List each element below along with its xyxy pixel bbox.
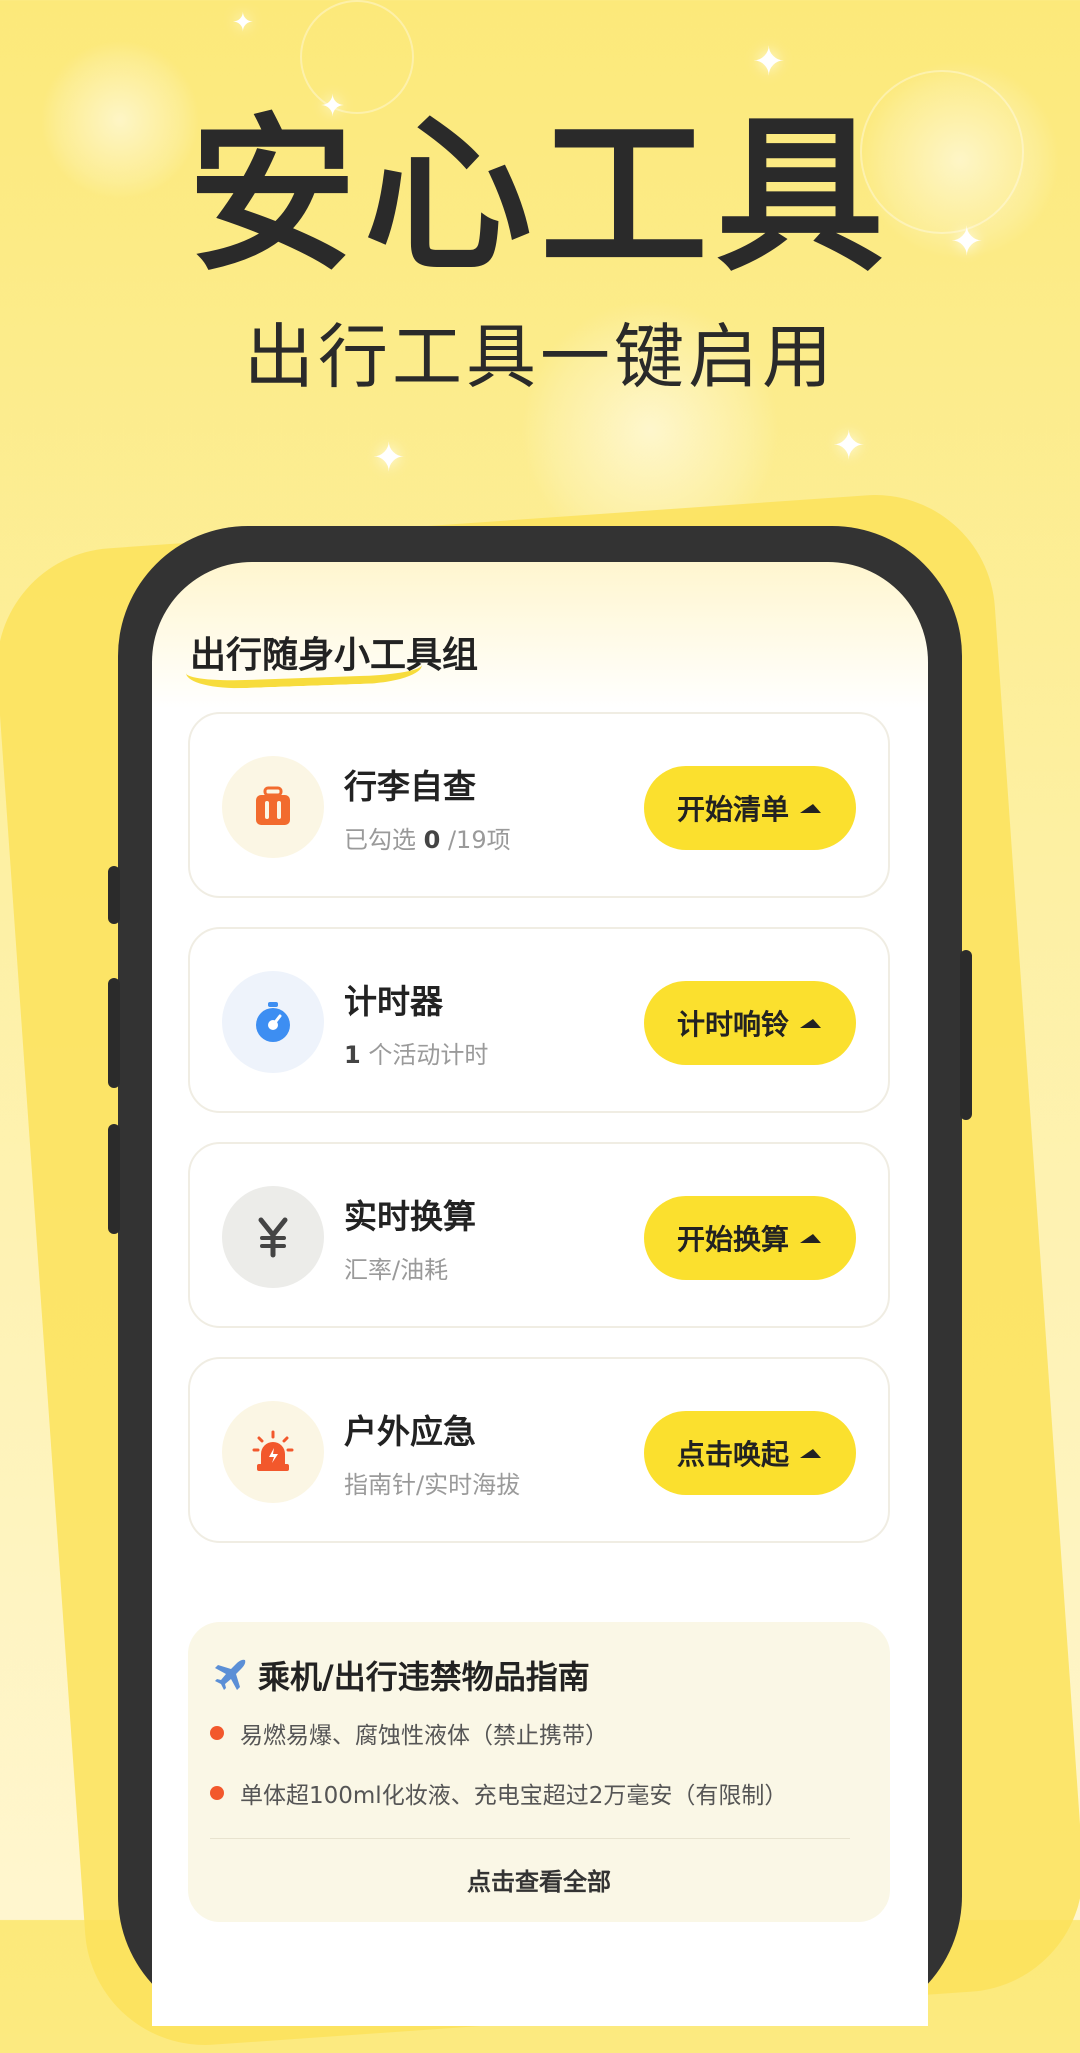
luggage-icon (256, 786, 290, 825)
active-timer-count: 1 (344, 1041, 361, 1069)
arrow-right-icon (800, 1449, 821, 1458)
tool-icon-bg (222, 756, 324, 858)
bullet-dot (210, 1726, 224, 1740)
guide-item: 易燃易爆、腐蚀性液体（禁止携带） (210, 1716, 608, 1750)
tool-icon-bg (222, 1401, 324, 1503)
phone-volume-button (108, 1124, 120, 1234)
tool-desc: 汇率/油耗 (344, 1256, 449, 1284)
arrow-right-icon (800, 804, 821, 813)
hero-subtitle: 出行工具一键启用 (244, 316, 836, 398)
tool-card-emergency[interactable]: 户外应急 指南针/实时海拔 点击唤起 (188, 1357, 890, 1543)
sparkle-icon: ✦ (232, 8, 254, 38)
tool-name: 行李自查 (344, 767, 476, 806)
timer-alarm-button[interactable]: 计时响铃 (644, 981, 856, 1065)
divider (210, 1838, 850, 1839)
tool-desc: 指南针/实时海拔 (344, 1471, 521, 1499)
hero-title: 安心工具 (188, 98, 892, 294)
airplane-icon (215, 1659, 246, 1690)
tool-icon-bg (222, 971, 324, 1073)
alarm-light-icon (252, 1430, 294, 1471)
tool-card-converter[interactable]: 实时换算 汇率/油耗 开始换算 (188, 1142, 890, 1328)
sparkle-icon: ✦ (372, 435, 406, 481)
sparkle-icon: ✦ (832, 423, 866, 469)
sparkle-icon: ✦ (752, 39, 786, 85)
tool-name: 计时器 (344, 982, 443, 1021)
arrow-right-icon (800, 1234, 821, 1243)
tool-icon-bg (222, 1186, 324, 1288)
bullet-dot (210, 1786, 224, 1800)
arrow-right-icon (800, 1019, 821, 1028)
tool-card-luggage[interactable]: 行李自查 已勾选 0 /19项 开始清单 (188, 712, 890, 898)
start-checklist-button[interactable]: 开始清单 (644, 766, 856, 850)
tool-name: 户外应急 (344, 1412, 476, 1451)
tool-card-timer[interactable]: 计时器 1 个活动计时 计时响铃 (188, 927, 890, 1113)
launch-emergency-button[interactable]: 点击唤起 (644, 1411, 856, 1495)
bokeh-ring (300, 0, 414, 114)
prohibited-items-guide: 乘机/出行违禁物品指南 易燃易爆、腐蚀性液体（禁止携带） 单体超100ml化妆液… (188, 1622, 890, 1922)
tool-desc: 1 个活动计时 (344, 1041, 489, 1069)
yen-icon (258, 1217, 288, 1258)
guide-title: 乘机/出行违禁物品指南 (212, 1652, 590, 1698)
view-all-link[interactable]: 点击查看全部 (188, 1862, 890, 1897)
screen-title: 出行随身小工具组 (190, 635, 479, 676)
stopwatch-icon (256, 1002, 290, 1042)
phone-volume-button (108, 866, 120, 924)
phone-mockup: 出行随身小工具组 行李自查 已勾选 0 /19项 开始清单 计时器 1 个活动计… (108, 526, 972, 2026)
tool-desc: 已勾选 0 /19项 (344, 826, 511, 854)
tool-name: 实时换算 (344, 1197, 476, 1236)
start-conversion-button[interactable]: 开始换算 (644, 1196, 856, 1280)
phone-volume-button (108, 978, 120, 1088)
guide-item: 单体超100ml化妆液、充电宝超过2万毫安（有限制） (210, 1776, 787, 1810)
phone-power-button (960, 950, 972, 1120)
checked-count: 0 (423, 826, 441, 854)
phone-screen: 出行随身小工具组 行李自查 已勾选 0 /19项 开始清单 计时器 1 个活动计… (152, 562, 928, 2026)
